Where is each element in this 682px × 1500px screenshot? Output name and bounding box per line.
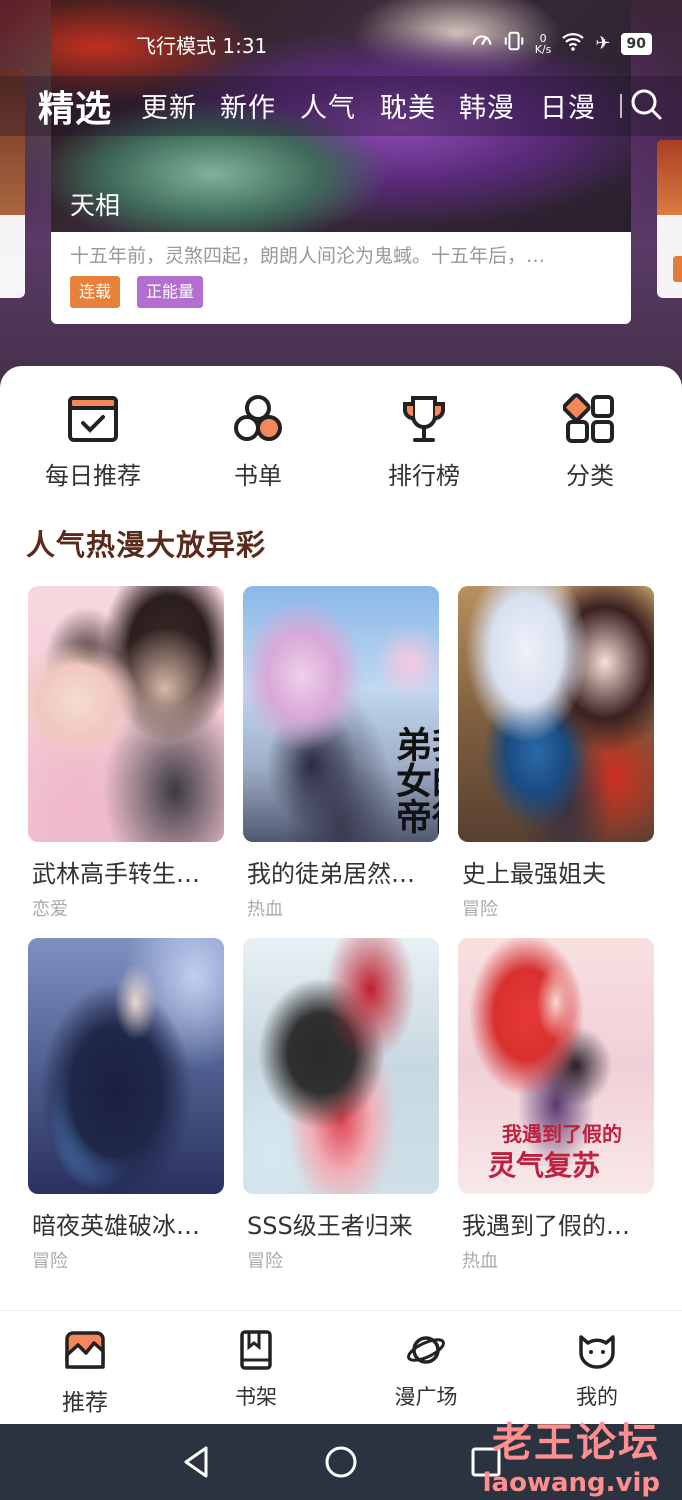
book-card[interactable]: 暗夜英雄破冰… 冒险 bbox=[28, 938, 224, 1273]
watermark: 老王论坛 laowang.vip bbox=[483, 1410, 660, 1498]
calendar-check-icon bbox=[68, 396, 118, 442]
next-banner-card[interactable] bbox=[657, 140, 682, 298]
watermark-cn: 老王论坛 bbox=[492, 1420, 660, 1466]
quick-link-label: 每日推荐 bbox=[45, 462, 141, 490]
book-card[interactable]: 史上最强姐夫 冒险 bbox=[458, 586, 654, 921]
book-title[interactable]: 暗夜英雄破冰… bbox=[28, 1206, 224, 1241]
vibrate-icon bbox=[503, 30, 525, 57]
trophy-icon bbox=[403, 396, 445, 442]
book-cover[interactable] bbox=[28, 938, 224, 1194]
tab-updates[interactable]: 更新 bbox=[141, 86, 197, 125]
quick-link-categories[interactable]: 分类 bbox=[520, 392, 660, 492]
hero-banner: 飞行模式 1:31 0 K/s ✈ 90 精选 更新 新作 人气 耽美 韩漫 日漫 bbox=[0, 0, 682, 400]
book-card[interactable]: SSS级王者归来 冒险 bbox=[243, 938, 439, 1273]
book-card[interactable]: 我的徒弟女帝 我的徒弟居然… 热血 bbox=[243, 586, 439, 921]
book-cover[interactable]: 我遇到了假的 灵气复苏 bbox=[458, 938, 654, 1194]
section-title: 人气热漫大放异彩 bbox=[26, 528, 267, 562]
quick-link-label: 排行榜 bbox=[388, 462, 460, 490]
quick-link-label: 分类 bbox=[566, 462, 614, 490]
book-genre: 恋爱 bbox=[32, 899, 68, 920]
book-cover[interactable] bbox=[458, 586, 654, 842]
bottom-nav: 推荐 书架 漫广场 我的 bbox=[0, 1310, 682, 1424]
home-icon[interactable] bbox=[321, 1442, 361, 1482]
quick-link-rankings[interactable]: 排行榜 bbox=[354, 392, 494, 492]
cover-title-text: 灵气复苏 bbox=[488, 1149, 601, 1182]
hero-title[interactable]: 天相 bbox=[70, 186, 120, 222]
book-card[interactable]: 武林高手转生… 恋爱 bbox=[28, 586, 224, 921]
tab-japanese[interactable]: 日漫 bbox=[540, 86, 596, 125]
book-title[interactable]: 史上最强姐夫 bbox=[458, 854, 654, 889]
quick-link-booklists[interactable]: 书单 bbox=[188, 392, 328, 492]
nav-divider bbox=[620, 94, 622, 118]
circles-icon bbox=[234, 395, 282, 441]
bottom-nav-plaza[interactable]: 漫广场 bbox=[366, 1329, 486, 1411]
tab-new[interactable]: 新作 bbox=[220, 86, 276, 125]
cat-face-icon bbox=[579, 1335, 615, 1369]
status-bar: 飞行模式 1:31 0 K/s ✈ 90 bbox=[0, 24, 682, 64]
book-genre: 热血 bbox=[247, 899, 283, 920]
watermark-en: laowang.vip bbox=[482, 1468, 660, 1498]
main-content: 每日推荐 书单 排行榜 分类 人气热漫大放异彩 武林高手转生… 恋爱 弟女帝 我… bbox=[0, 366, 682, 1310]
airplane-icon: ✈ bbox=[595, 33, 611, 54]
quick-link-daily[interactable]: 每日推荐 bbox=[23, 392, 163, 492]
status-badge: 连载 bbox=[70, 276, 121, 308]
category-tab-bar: 精选 更新 新作 人气 耽美 韩漫 日漫 bbox=[0, 76, 682, 136]
book-title[interactable]: 我遇到了假的… bbox=[458, 1206, 654, 1241]
net-speed: 0 K/s bbox=[534, 31, 552, 56]
book-genre: 冒险 bbox=[247, 1251, 283, 1272]
tab-korean[interactable]: 韩漫 bbox=[459, 86, 515, 125]
book-genre: 冒险 bbox=[462, 899, 498, 920]
bottom-nav-label: 书架 bbox=[235, 1385, 277, 1409]
wifi-icon bbox=[561, 31, 585, 56]
book-card[interactable]: 我遇到了假的 灵气复苏 我遇到了假的… 热血 bbox=[458, 938, 654, 1273]
status-time: 飞行模式 1:31 bbox=[136, 34, 268, 58]
tab-popular[interactable]: 人气 bbox=[300, 86, 356, 125]
speedometer-icon bbox=[471, 30, 493, 57]
back-icon[interactable] bbox=[176, 1442, 216, 1482]
book-title[interactable]: 武林高手转生… bbox=[28, 854, 224, 889]
cover-title-text: 我的徒弟女帝 bbox=[390, 726, 439, 834]
hero-description: 十五年前，灵煞四起，朗朗人间沦为鬼蜮。十五年后，… bbox=[70, 245, 546, 267]
theme-badge: 正能量 bbox=[137, 276, 204, 308]
bottom-nav-label: 我的 bbox=[576, 1385, 618, 1409]
book-cover[interactable] bbox=[243, 938, 439, 1194]
tab-bl[interactable]: 耽美 bbox=[380, 86, 436, 125]
bottom-nav-recommend[interactable]: 推荐 bbox=[25, 1329, 145, 1417]
hero-info-card[interactable]: 十五年前，灵煞四起，朗朗人间沦为鬼蜮。十五年后，… 连载 正能量 bbox=[51, 232, 631, 324]
tab-featured[interactable]: 精选 bbox=[38, 80, 112, 132]
quick-link-label: 书单 bbox=[234, 462, 282, 490]
category-grid-icon bbox=[563, 393, 614, 443]
recommend-icon bbox=[65, 1331, 105, 1369]
book-title[interactable]: SSS级王者归来 bbox=[243, 1206, 439, 1241]
book-genre: 热血 bbox=[462, 1251, 498, 1272]
bottom-nav-profile[interactable]: 我的 bbox=[537, 1329, 657, 1411]
cover-title-text: 我遇到了假的 bbox=[502, 1122, 622, 1146]
book-cover[interactable]: 我的徒弟女帝 bbox=[243, 586, 439, 842]
bottom-nav-label: 推荐 bbox=[62, 1390, 108, 1416]
book-cover[interactable] bbox=[28, 586, 224, 842]
bookshelf-icon bbox=[240, 1330, 272, 1370]
bottom-nav-label: 漫广场 bbox=[394, 1385, 458, 1409]
book-genre: 冒险 bbox=[32, 1251, 68, 1272]
search-icon[interactable] bbox=[628, 86, 664, 122]
book-title[interactable]: 我的徒弟居然… bbox=[243, 854, 439, 889]
bottom-nav-bookshelf[interactable]: 书架 bbox=[196, 1329, 316, 1411]
battery-indicator: 90 bbox=[620, 32, 652, 55]
planet-icon bbox=[407, 1336, 445, 1364]
